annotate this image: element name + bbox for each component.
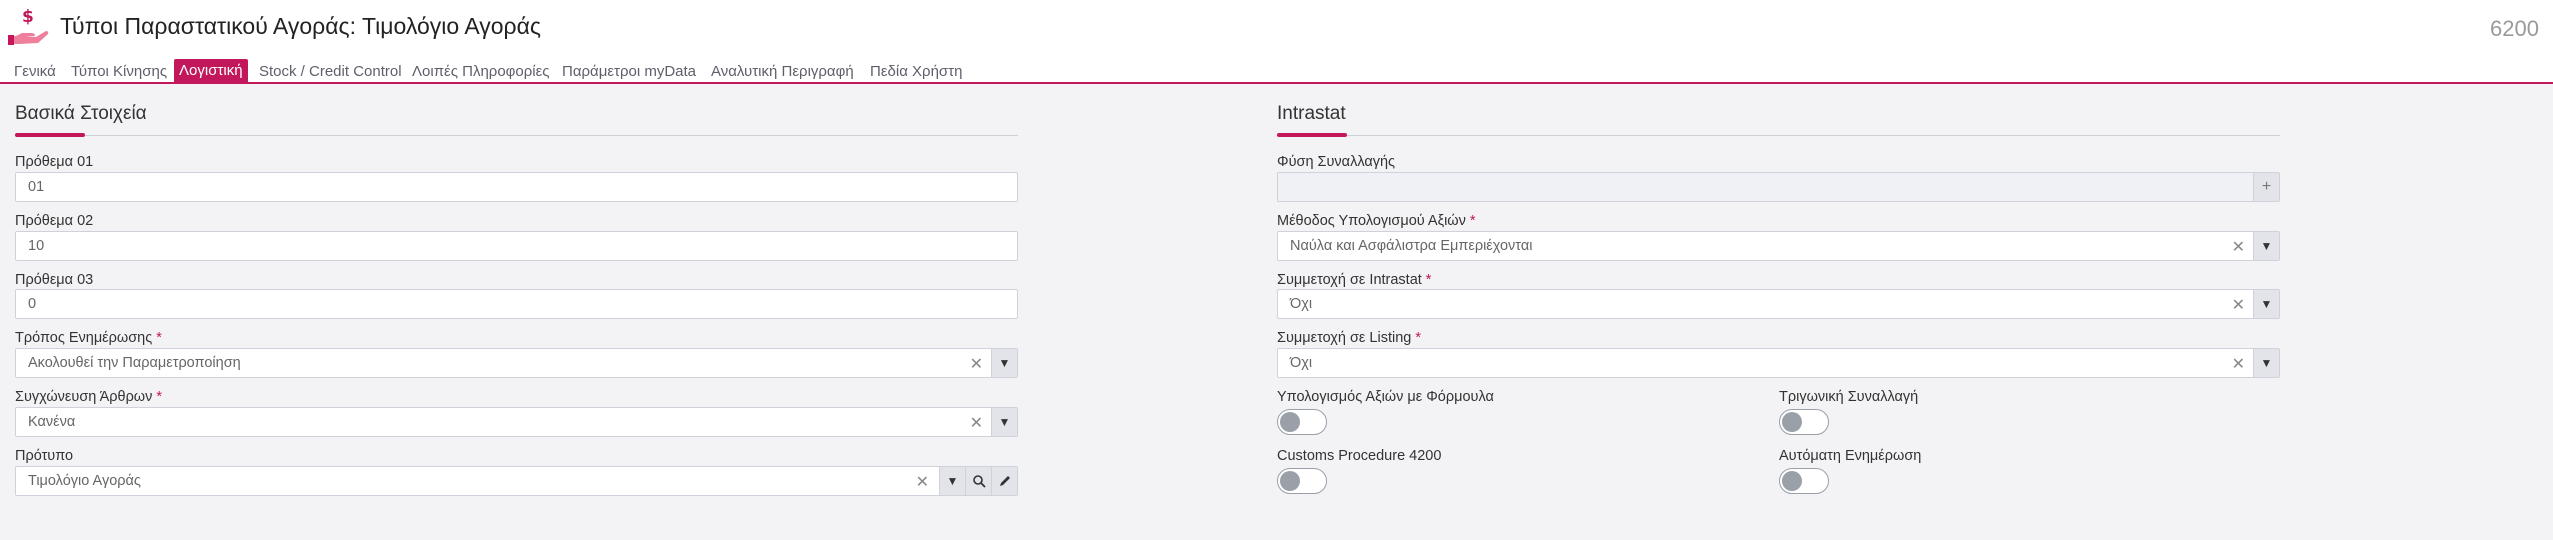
record-number: 6200	[2490, 16, 2539, 41]
chevron-down-icon[interactable]: ▼	[991, 408, 1017, 436]
chevron-down-icon[interactable]: ▼	[991, 349, 1017, 377]
required-marker: *	[1425, 272, 1432, 288]
tab-stock-credit-control[interactable]: Stock / Credit Control	[254, 61, 407, 82]
header-bar: $ Τύποι Παραστατικού Αγοράς: Τιμολόγιο Α…	[0, 0, 2553, 58]
intrastat-section-accent	[1277, 133, 1347, 137]
value-method-select[interactable]: Ναύλα και Ασφάλιστρα Εμπεριέχονται ✕ ▼	[1277, 231, 2280, 261]
chevron-down-icon[interactable]: ▼	[2253, 349, 2279, 377]
hand-dollar-icon: $	[8, 7, 49, 45]
required-marker: *	[156, 330, 162, 346]
participation-intrastat-select[interactable]: Όχι ✕ ▼	[1277, 289, 2280, 319]
template-select[interactable]: Τιμολόγιο Αγοράς ✕ ▼	[15, 466, 1018, 496]
clear-icon[interactable]: ✕	[970, 354, 983, 374]
merge-items-label: Συγχώνευση Άρθρων *	[15, 389, 163, 405]
participation-listing-value: Όχι	[1290, 355, 1313, 371]
formula-calc-toggle[interactable]	[1277, 409, 1327, 435]
required-marker: *	[156, 389, 163, 405]
merge-items-value: Κανένα	[28, 414, 76, 430]
toggle-knob	[1782, 471, 1802, 491]
prefix2-input[interactable]: 10	[15, 231, 1018, 261]
toggle-knob	[1280, 471, 1300, 491]
prefix1-value: 01	[28, 179, 45, 195]
clear-icon[interactable]: ✕	[970, 413, 983, 433]
participation-listing-select[interactable]: Όχι ✕ ▼	[1277, 348, 2280, 378]
required-marker: *	[1415, 330, 1421, 346]
triangular-toggle[interactable]	[1779, 409, 1829, 435]
prefix1-input[interactable]: 01	[15, 172, 1018, 202]
toggle-knob	[1280, 412, 1300, 432]
page-title: Τύποι Παραστατικού Αγοράς: Τιμολόγιο Αγο…	[60, 13, 542, 39]
participation-intrastat-label: Συμμετοχή σε Intrastat *	[1277, 272, 1432, 288]
prefix2-label: Πρόθεμα 02	[15, 213, 94, 229]
customs-procedure-toggle[interactable]	[1277, 468, 1327, 494]
formula-calc-label: Υπολογισμός Αξιών με Φόρμουλα	[1277, 389, 1494, 405]
required-marker: *	[1469, 213, 1476, 229]
participation-intrastat-value: Όχι	[1290, 296, 1313, 312]
participation-listing-label: Συμμετοχή σε Listing *	[1277, 330, 1421, 346]
intrastat-section-divider	[1277, 135, 2280, 136]
update-mode-select[interactable]: Ακολουθεί την Παραμετροποίηση ✕ ▼	[15, 348, 1018, 378]
intrastat-section-title: Intrastat	[1277, 103, 1346, 124]
update-mode-value: Ακολουθεί την Παραμετροποίηση	[28, 355, 241, 371]
tab-bar: Γενικά Τύποι Κίνησης Λογιστική Stock / C…	[0, 58, 2553, 84]
search-icon[interactable]	[965, 467, 991, 495]
clear-icon[interactable]: ✕	[916, 472, 929, 492]
tab-mydata-parameters[interactable]: Παράμετροι myData	[557, 61, 701, 82]
chevron-down-icon[interactable]: ▼	[2253, 232, 2279, 260]
basic-section-title: Βασικά Στοιχεία	[15, 103, 147, 124]
tab-other-info[interactable]: Λοιπές Πληροφορίες	[407, 61, 555, 82]
template-label: Πρότυπο	[15, 448, 74, 464]
chevron-down-icon[interactable]: ▼	[2253, 290, 2279, 318]
value-method-value: Ναύλα και Ασφάλιστρα Εμπεριέχονται	[1290, 238, 1533, 254]
clear-icon[interactable]: ✕	[2232, 354, 2245, 374]
tab-detailed-description[interactable]: Αναλυτική Περιγραφή	[706, 61, 859, 82]
template-value: Τιμολόγιο Αγοράς	[28, 473, 141, 489]
svg-text:$: $	[22, 7, 34, 27]
prefix3-input[interactable]: 0	[15, 289, 1018, 319]
value-method-label: Μέθοδος Υπολογισμού Αξιών *	[1277, 213, 1476, 229]
transaction-nature-label: Φύση Συναλλαγής	[1277, 154, 1396, 170]
prefix1-label: Πρόθεμα 01	[15, 154, 94, 170]
plus-icon[interactable]: +	[2253, 173, 2279, 201]
customs-procedure-label: Customs Procedure 4200	[1277, 448, 1442, 464]
auto-update-label: Αυτόματη Ενημέρωση	[1779, 448, 1922, 464]
chevron-down-icon[interactable]: ▼	[939, 467, 965, 495]
update-mode-label: Τρόπος Ενημέρωσης *	[15, 330, 162, 346]
clear-icon[interactable]: ✕	[2232, 237, 2245, 257]
prefix3-value: 0	[28, 296, 37, 312]
tab-user-fields[interactable]: Πεδία Χρήστη	[865, 61, 967, 82]
toggle-knob	[1782, 412, 1802, 432]
tab-movement-types[interactable]: Τύποι Κίνησης	[66, 61, 172, 82]
transaction-nature-input[interactable]: +	[1277, 172, 2280, 202]
merge-items-select[interactable]: Κανένα ✕ ▼	[15, 407, 1018, 437]
triangular-label: Τριγωνική Συναλλαγή	[1779, 389, 1919, 405]
prefix2-value: 10	[28, 238, 45, 254]
clear-icon[interactable]: ✕	[2232, 295, 2245, 315]
auto-update-toggle[interactable]	[1779, 468, 1829, 494]
prefix3-label: Πρόθεμα 03	[15, 272, 94, 288]
edit-pencil-icon[interactable]	[991, 467, 1017, 495]
basic-section-divider	[15, 135, 1018, 136]
tab-accounting[interactable]: Λογιστική	[174, 59, 248, 82]
tab-general[interactable]: Γενικά	[9, 61, 61, 82]
basic-section-accent	[15, 133, 85, 137]
